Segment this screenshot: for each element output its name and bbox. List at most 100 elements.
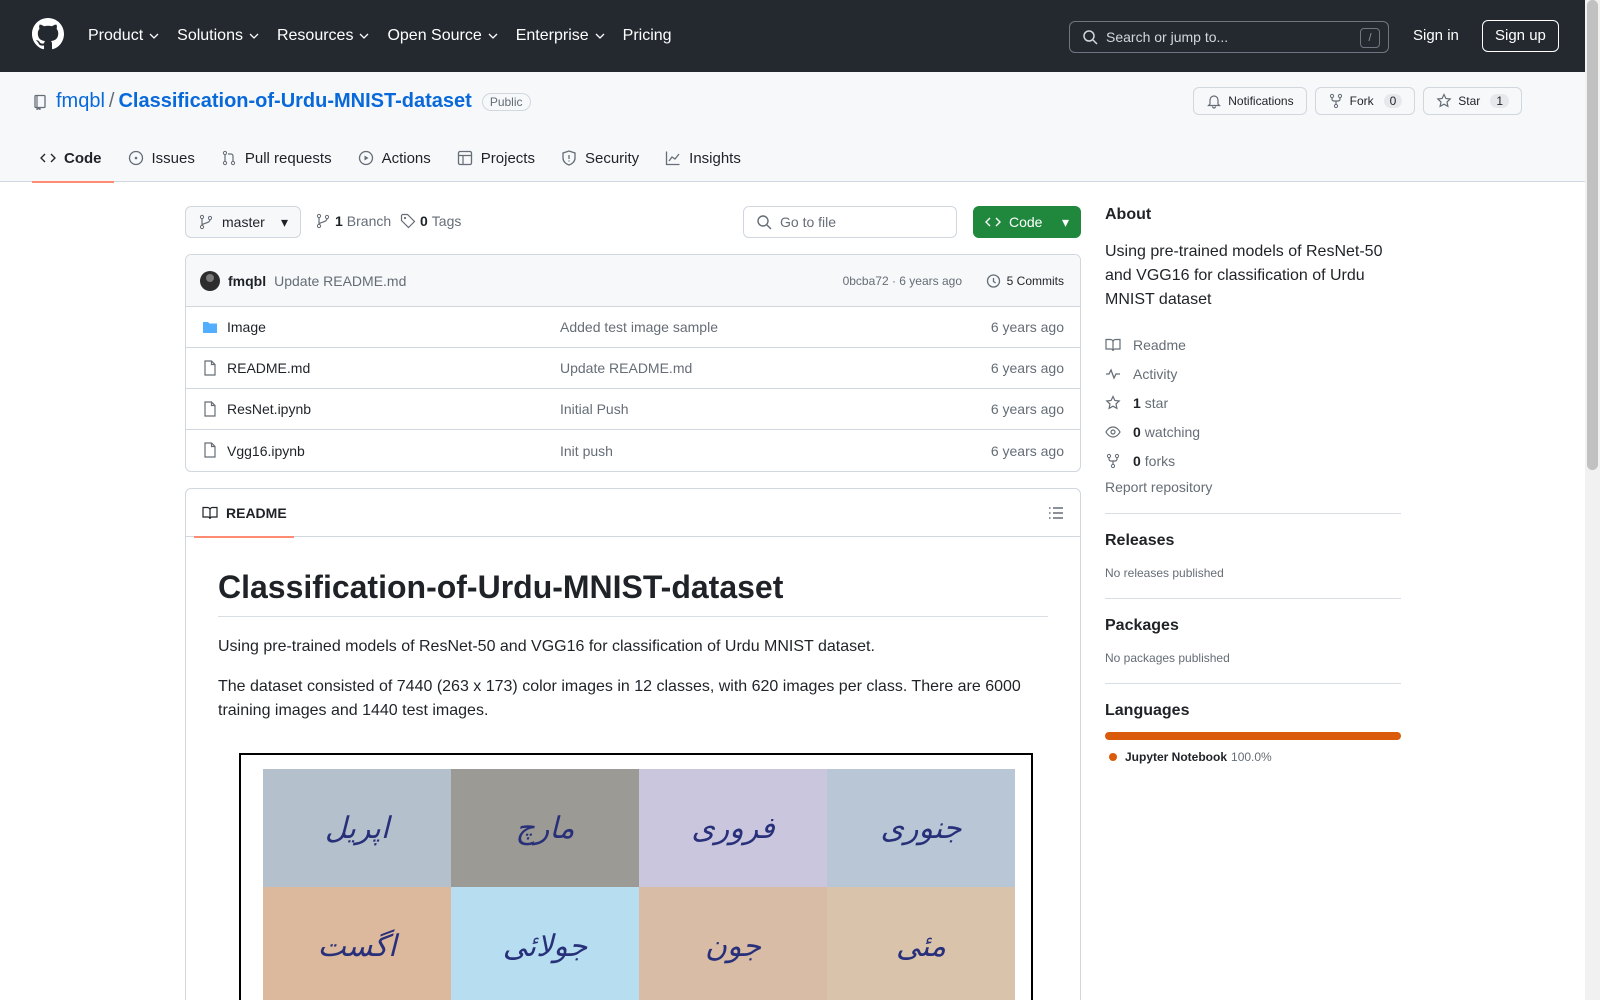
chevron-down-icon	[359, 33, 369, 39]
search-shortcut-key: /	[1360, 28, 1380, 48]
tab-insights[interactable]: Insights	[657, 134, 753, 182]
scrollbar-thumb[interactable]	[1587, 0, 1598, 470]
watching-link[interactable]: 0 watching	[1105, 417, 1401, 446]
tab-pull-requests[interactable]: Pull requests	[213, 134, 344, 182]
visibility-badge: Public	[481, 92, 531, 111]
nav-pricing[interactable]: Pricing	[623, 22, 672, 50]
sample-cell: فروری	[639, 769, 827, 887]
repo-name-link[interactable]: Classification-of-Urdu-MNIST-dataset	[118, 90, 471, 113]
watching-count: 0	[1133, 423, 1141, 440]
file-name-link[interactable]: README.md	[227, 360, 310, 376]
list-outline-icon[interactable]	[1048, 505, 1064, 521]
file-row: Vgg16.ipynb Init push 6 years ago	[186, 430, 1080, 471]
readme-paragraph: The dataset consisted of 7440 (263 x 173…	[218, 678, 1021, 719]
file-commit-message[interactable]: Update README.md	[560, 360, 692, 376]
go-to-file-input[interactable]: Go to file	[743, 206, 957, 238]
chevron-down-icon	[488, 33, 498, 39]
file-name-link[interactable]: Vgg16.ipynb	[227, 443, 305, 459]
sample-cell: مئی	[827, 887, 1015, 1000]
commit-message-link[interactable]: Update README.md	[274, 273, 406, 289]
caret-down-icon: ▾	[1061, 213, 1069, 230]
notifications-label: Notifications	[1228, 94, 1294, 108]
branch-select-button[interactable]: master ▾	[185, 206, 301, 238]
tags-link[interactable]: 0 Tags	[400, 213, 461, 229]
notifications-button[interactable]: Notifications	[1193, 87, 1307, 115]
commits-history-link[interactable]: 5 Commits	[985, 273, 1064, 289]
tab-issues[interactable]: Issues	[120, 134, 207, 182]
packages-section: Packages No packages published	[1105, 598, 1401, 665]
code-icon	[40, 153, 56, 163]
language-item[interactable]: Jupyter Notebook 100.0%	[1105, 750, 1401, 764]
sample-cell: اگست	[263, 887, 451, 1000]
tab-actions[interactable]: Actions	[350, 134, 443, 182]
branch-name: master	[222, 214, 265, 230]
repo-header: fmqbl / Classification-of-Urdu-MNIST-dat…	[0, 72, 1585, 183]
nav-label: Enterprise	[515, 27, 589, 44]
file-name-link[interactable]: ResNet.ipynb	[227, 401, 311, 417]
readme-title: Classification-of-Urdu-MNIST-dataset	[218, 569, 1048, 617]
commit-hash-time[interactable]: 0bcba72 · 6 years ago	[843, 274, 962, 288]
nav-label: Solutions	[177, 27, 243, 44]
issue-icon	[128, 150, 143, 166]
branches-link[interactable]: 1 Branch	[315, 213, 391, 229]
global-search-input[interactable]: Search or jump to... /	[1069, 21, 1389, 53]
file-commit-message[interactable]: Added test image sample	[560, 319, 718, 335]
chevron-down-icon	[249, 33, 259, 39]
star-label: Star	[1458, 94, 1481, 108]
github-logo-icon[interactable]	[32, 18, 64, 50]
nav-resources[interactable]: Resources	[277, 22, 369, 50]
nav-label: Pricing	[622, 27, 672, 44]
star-button[interactable]: Star 1	[1423, 87, 1522, 115]
tab-code[interactable]: Code	[32, 134, 114, 183]
fork-button[interactable]: Fork 0	[1314, 87, 1416, 115]
branch-icon	[316, 213, 330, 229]
code-download-button[interactable]: Code ▾	[973, 206, 1081, 238]
report-repository-link[interactable]: Report repository	[1105, 479, 1401, 495]
main-content: master ▾ 1 Branch 0 Tags Go to file Code…	[185, 206, 1081, 1000]
sidebar: About Using pre-trained models of ResNet…	[1105, 206, 1401, 764]
file-age: 6 years ago	[990, 401, 1064, 417]
repo-owner-link[interactable]: fmqbl	[56, 90, 105, 113]
nav-enterprise[interactable]: Enterprise	[516, 22, 605, 50]
pull-request-icon	[222, 150, 235, 166]
releases-heading[interactable]: Releases	[1105, 532, 1401, 550]
nav-solutions[interactable]: Solutions	[177, 22, 259, 50]
table-icon	[457, 150, 472, 166]
about-heading: About	[1105, 206, 1152, 223]
language-bar	[1105, 732, 1401, 740]
tab-label: Insights	[689, 149, 741, 167]
sign-in-link[interactable]: Sign in	[1413, 27, 1459, 44]
forks-link[interactable]: 0 forks	[1105, 446, 1401, 475]
readme-tab[interactable]: README	[194, 489, 294, 538]
book-icon	[1105, 338, 1121, 351]
sign-up-button[interactable]: Sign up	[1482, 20, 1559, 52]
packages-heading[interactable]: Packages	[1105, 617, 1401, 635]
activity-link[interactable]: Activity	[1105, 359, 1401, 388]
file-commit-message[interactable]: Initial Push	[560, 401, 628, 417]
sample-cell: مارچ	[451, 769, 639, 887]
stars-link[interactable]: 1 star	[1105, 388, 1401, 417]
file-list: fmqbl Update README.md 0bcba72 · 6 years…	[185, 254, 1081, 472]
file-toolbar: master ▾ 1 Branch 0 Tags Go to file Code…	[185, 206, 1081, 238]
file-name-link[interactable]: Image	[227, 319, 266, 335]
commit-author-link[interactable]: fmqbl	[228, 273, 266, 289]
page-scrollbar[interactable]	[1585, 0, 1600, 1000]
tag-count: 0	[420, 213, 428, 229]
tab-label: Security	[584, 149, 640, 167]
language-color-dot	[1109, 753, 1117, 761]
tab-projects[interactable]: Projects	[449, 134, 547, 182]
file-commit-message[interactable]: Init push	[560, 443, 613, 459]
nav-product[interactable]: Product	[88, 22, 159, 50]
releases-empty-text: No releases published	[1105, 566, 1224, 580]
global-nav: Product Solutions Resources Open Source …	[88, 22, 690, 50]
tab-security[interactable]: Security	[553, 134, 651, 182]
languages-section: Languages Jupyter Notebook 100.0%	[1105, 683, 1401, 764]
readme-content: Classification-of-Urdu-MNIST-dataset Usi…	[186, 537, 1080, 1000]
nav-label: Resources	[276, 27, 354, 44]
nav-open-source[interactable]: Open Source	[387, 22, 498, 50]
sample-cell: جون	[639, 887, 827, 1000]
readme-tab-label: README	[226, 505, 287, 521]
readme-link[interactable]: Readme	[1105, 330, 1401, 359]
packages-empty-text: No packages published	[1105, 651, 1230, 665]
avatar[interactable]	[200, 270, 220, 291]
